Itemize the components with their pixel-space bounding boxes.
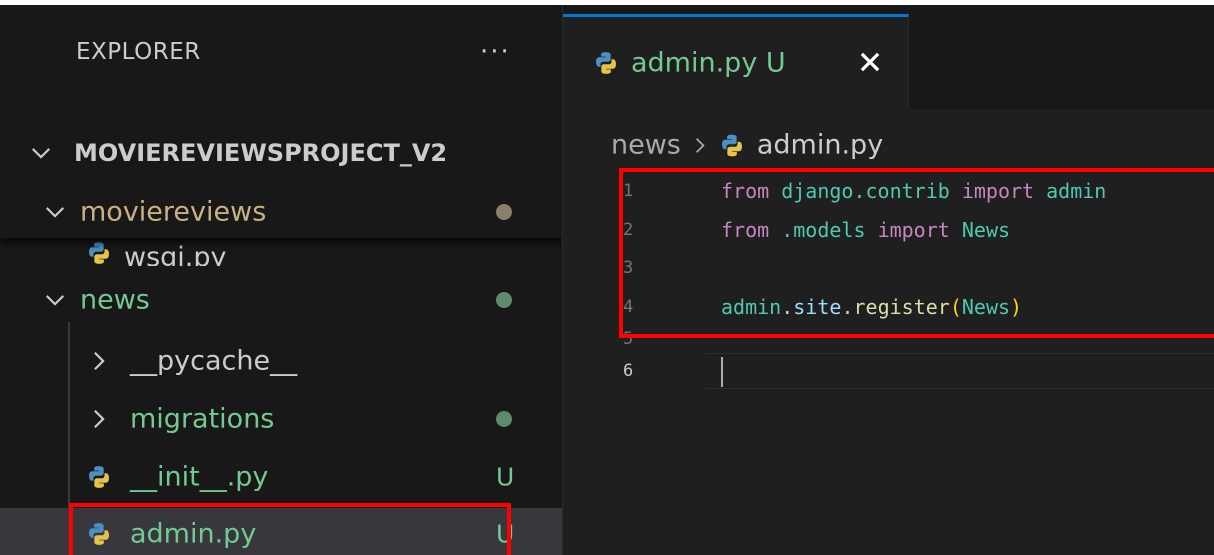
line-number: 6	[623, 361, 634, 381]
close-icon[interactable]	[857, 49, 883, 75]
tree-item-label: news	[80, 284, 150, 316]
tab-bar: admin.py U	[563, 5, 1214, 109]
breadcrumb-file[interactable]: admin.py	[757, 130, 883, 161]
code-line-active: 6	[563, 353, 1214, 389]
untracked-dot	[496, 411, 512, 427]
tree-item-init[interactable]: __init__.py U	[0, 451, 562, 503]
highlight-box-code	[619, 168, 1214, 338]
text-cursor	[721, 357, 723, 387]
tree-item-migrations[interactable]: migrations	[0, 393, 562, 445]
chevron-right-icon	[94, 409, 105, 429]
python-icon	[721, 134, 742, 156]
highlight-box-admin-file	[69, 503, 511, 555]
tree-item-pycache[interactable]: __pycache__	[0, 335, 562, 387]
chevron-down-icon	[31, 148, 51, 159]
chevron-down-icon	[45, 295, 65, 306]
tab-label: admin.py U	[631, 47, 786, 79]
chevron-down-icon	[45, 207, 65, 218]
breadcrumb-folder[interactable]: news	[611, 130, 681, 161]
tab-admin-py[interactable]: admin.py U	[563, 14, 909, 109]
python-icon	[89, 466, 109, 488]
project-root[interactable]: MOVIEREVIEWSPROJECT_V2	[0, 127, 562, 179]
chevron-right-icon	[695, 137, 705, 153]
explorer-header: EXPLORER ···	[0, 5, 562, 67]
breadcrumb: news admin.py	[611, 130, 883, 161]
untracked-badge: U	[496, 462, 515, 492]
tree-item-label: moviereviews	[80, 196, 267, 228]
python-icon	[596, 52, 616, 74]
project-name: MOVIEREVIEWSPROJECT_V2	[74, 139, 448, 167]
tree-item-label: __pycache__	[130, 345, 298, 377]
current-line-highlight	[706, 353, 1214, 389]
explorer-title: EXPLORER	[76, 39, 201, 65]
python-icon	[89, 242, 109, 264]
tree-item-moviereviews[interactable]: moviereviews	[0, 186, 562, 238]
untracked-dot	[496, 292, 512, 308]
tree-item-label: migrations	[130, 403, 275, 435]
chevron-right-icon	[94, 351, 105, 371]
tree-item-news[interactable]: news	[0, 274, 562, 326]
explorer-sidebar: EXPLORER ··· MOVIEREVIEWSPROJECT_V2 wsgi…	[0, 5, 562, 555]
modified-dot	[496, 204, 512, 220]
tree-item-label: __init__.py	[130, 461, 269, 493]
tree-item-label: wsgi.py	[124, 242, 227, 266]
more-actions-button[interactable]: ···	[480, 37, 511, 67]
